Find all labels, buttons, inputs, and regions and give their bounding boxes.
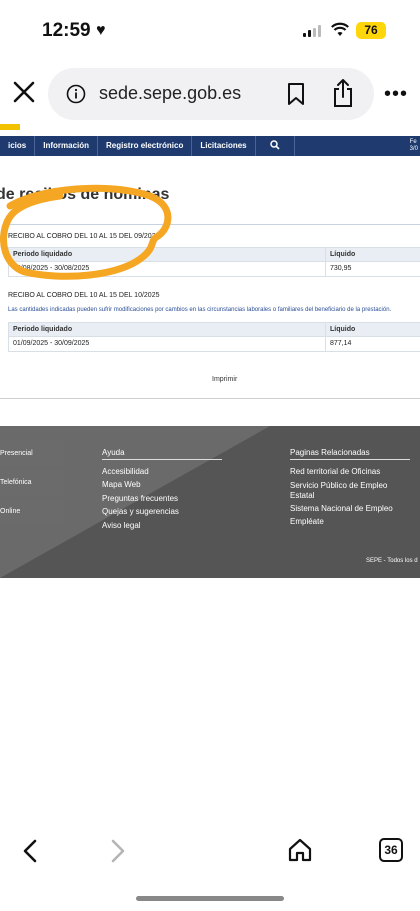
nav-date: Fe 3/0: [409, 139, 418, 152]
browser-toolbar: 36: [0, 826, 420, 911]
status-time: 12:59: [42, 20, 91, 41]
page-title: de recibos de nóminas: [0, 186, 170, 203]
footer-link-preguntas[interactable]: Preguntas frecuentes: [102, 494, 178, 504]
signal-icon: [303, 25, 321, 37]
site-logo: [0, 124, 20, 130]
footer-copyright: SEPE - Todos los d: [366, 558, 418, 564]
forward-icon[interactable]: [108, 838, 128, 864]
footer-link-sepe[interactable]: Servicio Público de Empleo Estatal: [290, 481, 408, 501]
nav-item-informacion[interactable]: Información: [35, 136, 99, 156]
net-value: 730,95: [330, 265, 352, 272]
tabs-button[interactable]: 36: [379, 838, 403, 862]
column-header-net: Líquido: [330, 251, 356, 258]
home-indicator: [136, 896, 284, 901]
table-header: Periodo liquidado Líquido: [8, 322, 420, 337]
nav-item-servicios[interactable]: icios: [0, 136, 36, 156]
channel-telefonica[interactable]: Telefónica: [0, 470, 64, 495]
receipt-heading: RECIBO AL COBRO DEL 10 AL 15 DEL 09/2025: [8, 233, 160, 240]
channel-presencial[interactable]: Presencial: [0, 441, 64, 466]
bookmark-icon[interactable]: [286, 82, 306, 106]
footer-link-mapa-web[interactable]: Mapa Web: [102, 480, 141, 490]
info-icon[interactable]: [66, 84, 86, 104]
column-header-period: Periodo liquidado: [13, 251, 73, 258]
footer-link-empleate[interactable]: Empléate: [290, 517, 324, 527]
table-header: Periodo liquidado Líquido: [8, 247, 420, 262]
url-field[interactable]: sede.sepe.gob.es: [48, 68, 374, 120]
close-icon[interactable]: [10, 78, 38, 106]
back-icon[interactable]: [20, 838, 40, 864]
site-footer: Presencial Telefónica Online Ayuda Acces…: [0, 426, 420, 578]
url-text[interactable]: sede.sepe.gob.es: [99, 83, 241, 104]
search-icon[interactable]: [256, 136, 295, 156]
home-icon[interactable]: [287, 837, 313, 863]
receipt-heading: RECIBO AL COBRO DEL 10 AL 15 DEL 10/2025: [8, 292, 160, 299]
channel-online[interactable]: Online: [0, 499, 64, 524]
footer-link-quejas[interactable]: Quejas y sugerencias: [102, 507, 179, 517]
wifi-icon: [331, 22, 349, 36]
nav-item-registro[interactable]: Registro electrónico: [98, 136, 193, 156]
footer-link-aviso-legal[interactable]: Aviso legal: [102, 521, 141, 531]
divider: [0, 398, 420, 399]
nav-item-licitaciones[interactable]: Licitaciones: [192, 136, 256, 156]
table-row: 01/09/2025 - 30/09/2025 877,14: [8, 337, 420, 352]
receipts-list: RECIBO AL COBRO DEL 10 AL 15 DEL 09/2025…: [6, 224, 420, 366]
footer-link-sne[interactable]: Sistema Nacional de Empleo: [290, 504, 393, 514]
site-header: [0, 124, 420, 136]
heart-icon: ♥: [96, 22, 106, 39]
related-section-title: Paginas Relacionadas: [290, 448, 410, 460]
footer-link-accesibilidad[interactable]: Accesibilidad: [102, 467, 149, 477]
period-value: 01/09/2025 - 30/09/2025: [13, 340, 90, 347]
column-header-net: Líquido: [330, 326, 356, 333]
table-row: 06/08/2025 - 30/08/2025 730,95: [8, 262, 420, 277]
site-nav-bar: icios Información Registro electrónico L…: [0, 136, 420, 156]
status-bar: 12:59 ♥ 76: [0, 0, 420, 62]
browser-address-bar: sede.sepe.gob.es •••: [0, 62, 420, 124]
period-value: 06/08/2025 - 30/08/2025: [13, 265, 90, 272]
share-icon[interactable]: [332, 78, 354, 108]
net-value: 877,14: [330, 340, 352, 347]
battery-indicator: 76: [356, 22, 386, 39]
more-options-icon[interactable]: •••: [384, 84, 408, 104]
column-header-period: Periodo liquidado: [13, 326, 73, 333]
footer-link-red-oficinas[interactable]: Red territorial de Oficinas: [290, 467, 380, 477]
receipt-notice: Las cantidades indicadas pueden sufrir m…: [8, 307, 392, 313]
print-link[interactable]: Imprimir: [212, 376, 237, 383]
help-section-title: Ayuda: [102, 448, 222, 460]
